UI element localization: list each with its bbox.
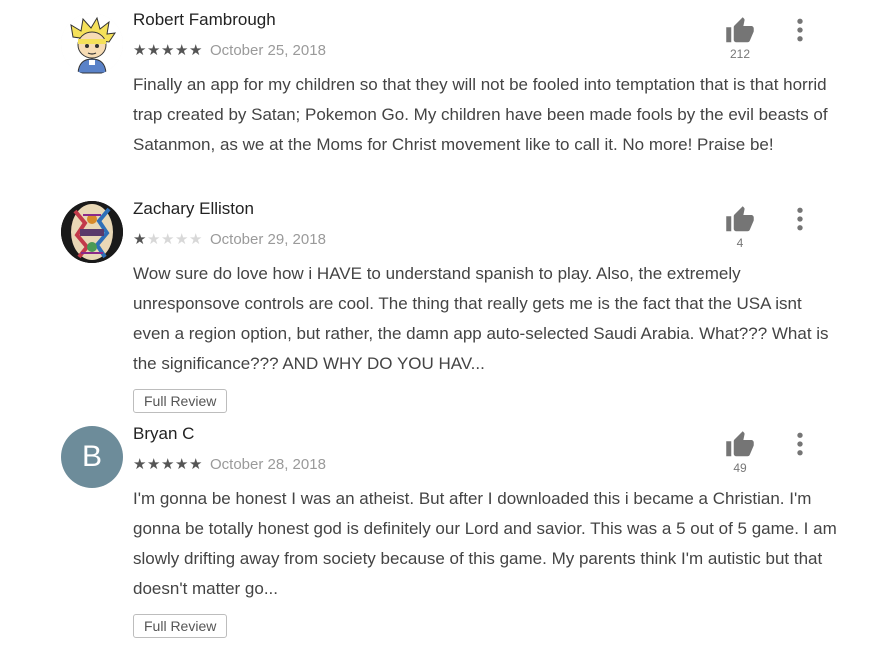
review-date: October 29, 2018: [210, 230, 326, 248]
star-filled-icon: ★: [147, 40, 161, 59]
colorful-pattern-icon: [61, 201, 123, 263]
star-filled-icon: ★: [133, 454, 147, 473]
cartoon-boy-icon: [61, 13, 123, 75]
full-review-button[interactable]: Full Review: [133, 389, 228, 413]
star-filled-icon: ★: [175, 454, 189, 473]
avatar[interactable]: [61, 201, 123, 263]
more-vert-icon[interactable]: [786, 205, 814, 233]
star-filled-icon: ★: [189, 40, 203, 59]
star-filled-icon: ★: [133, 40, 147, 59]
review-date: October 28, 2018: [210, 455, 326, 473]
thumb-up-icon[interactable]: [724, 16, 756, 46]
full-review-button[interactable]: Full Review: [133, 614, 228, 638]
star-filled-icon: ★: [147, 454, 161, 473]
star-rating: ★ ★ ★ ★ ★: [133, 229, 203, 248]
author-name: Zachary Elliston: [133, 199, 254, 218]
star-filled-icon: ★: [189, 454, 203, 473]
review-date: October 25, 2018: [210, 41, 326, 59]
helpful-count: 4: [736, 236, 744, 250]
review-text: I'm gonna be honest I was an atheist. Bu…: [133, 489, 837, 598]
star-filled-icon: ★: [161, 454, 175, 473]
rating-row: ★ ★ ★ ★ ★ October 29, 2018: [133, 229, 326, 249]
star-empty-icon: ★: [161, 229, 175, 248]
star-empty-icon: ★: [175, 229, 189, 248]
author-name: Robert Fambrough: [133, 10, 276, 29]
star-empty-icon: ★: [189, 229, 203, 248]
thumb-up-icon[interactable]: [724, 430, 756, 460]
more-vert-icon[interactable]: [786, 430, 814, 458]
review-text: Finally an app for my children so that t…: [133, 75, 828, 154]
review-text: Wow sure do love how i HAVE to understan…: [133, 264, 829, 373]
star-filled-icon: ★: [133, 229, 147, 248]
more-vert-icon[interactable]: [786, 16, 814, 44]
thumb-up-icon[interactable]: [724, 205, 756, 235]
author-name: Bryan C: [133, 424, 195, 443]
star-rating: ★ ★ ★ ★ ★: [133, 40, 203, 59]
star-empty-icon: ★: [147, 229, 161, 248]
avatar[interactable]: B: [61, 426, 123, 488]
avatar[interactable]: [61, 13, 123, 75]
star-filled-icon: ★: [175, 40, 189, 59]
star-filled-icon: ★: [161, 40, 175, 59]
star-rating: ★ ★ ★ ★ ★: [133, 454, 203, 473]
rating-row: ★ ★ ★ ★ ★ October 28, 2018: [133, 454, 326, 474]
helpful-count: 49: [733, 461, 747, 475]
rating-row: ★ ★ ★ ★ ★ October 25, 2018: [133, 40, 326, 60]
helpful-count: 212: [729, 47, 751, 61]
